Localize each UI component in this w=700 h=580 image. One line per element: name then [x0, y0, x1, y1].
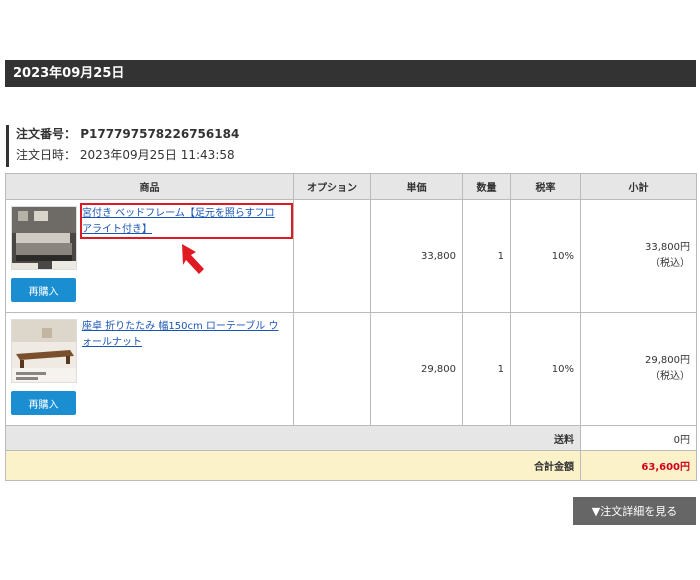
bed-frame-thumbnail[interactable]	[11, 206, 77, 270]
low-table-thumbnail[interactable]	[11, 319, 77, 383]
order-details-button[interactable]: ▼注文詳細を見る	[573, 497, 696, 525]
rebuy-button[interactable]: 再購入	[11, 391, 76, 415]
subtotal-cell: 33,800円 （税込）	[580, 199, 697, 313]
column-header-quantity: 数量	[462, 173, 511, 200]
quantity-cell: 1	[462, 312, 511, 426]
order-datetime-label: 注文日時：	[16, 148, 77, 162]
column-header-product: 商品	[5, 173, 294, 200]
arrow-up-icon	[182, 244, 204, 274]
rebuy-button[interactable]: 再購入	[11, 278, 76, 302]
column-header-price: 単価	[370, 173, 463, 200]
price-cell: 29,800	[370, 312, 463, 426]
order-items-table: 商品 オプション 単価 数量 税率 小計 宮付き ベッドフレーム【足元を照らすフ…	[5, 173, 697, 481]
column-header-option: オプション	[293, 173, 371, 200]
shipping-label: 送料	[5, 425, 581, 451]
column-header-tax-rate: 税率	[510, 173, 581, 200]
tax-included-note: （税込）	[650, 371, 690, 382]
order-datetime: 注文日時： 2023年09月25日 11:43:58	[16, 144, 239, 166]
shipping-value: 0円	[580, 425, 697, 451]
product-link[interactable]: 座卓 折りたたみ 幅150cm ローテーブル ウォールナット	[82, 319, 282, 351]
table-row: 座卓 折りたたみ 幅150cm ローテーブル ウォールナット 再購入 29,80…	[5, 312, 697, 426]
option-cell	[293, 199, 371, 313]
tax-included-note: （税込）	[650, 258, 690, 269]
order-date-header: 2023年09月25日	[5, 60, 696, 87]
order-datetime-value: 2023年09月25日 11:43:58	[79, 148, 235, 162]
table-row: 宮付き ベッドフレーム【足元を照らすフロアライト付き】 再購入 33,800 1…	[5, 199, 697, 313]
order-number-label: 注文番号：	[16, 127, 77, 141]
quantity-cell: 1	[462, 199, 511, 313]
shipping-row: 送料 0円	[5, 425, 697, 451]
product-cell: 座卓 折りたたみ 幅150cm ローテーブル ウォールナット 再購入	[5, 312, 294, 426]
option-cell	[293, 312, 371, 426]
order-number: 注文番号： P177797578226756184	[16, 125, 239, 144]
total-label: 合計金額	[5, 450, 581, 481]
order-number-value: P177797578226756184	[80, 127, 240, 141]
subtotal-value: 29,800円	[645, 355, 690, 366]
highlight-box	[80, 203, 293, 239]
subtotal-cell: 29,800円 （税込）	[580, 312, 697, 426]
tax-rate-cell: 10%	[510, 312, 581, 426]
tax-rate-cell: 10%	[510, 199, 581, 313]
total-row: 合計金額 63,600円	[5, 450, 697, 481]
total-value: 63,600円	[580, 450, 697, 481]
subtotal-value: 33,800円	[645, 242, 690, 253]
price-cell: 33,800	[370, 199, 463, 313]
order-info: 注文番号： P177797578226756184 注文日時： 2023年09月…	[6, 125, 239, 167]
column-header-subtotal: 小計	[580, 173, 697, 200]
product-cell: 宮付き ベッドフレーム【足元を照らすフロアライト付き】 再購入	[5, 199, 294, 313]
table-header-row: 商品 オプション 単価 数量 税率 小計	[5, 173, 697, 200]
